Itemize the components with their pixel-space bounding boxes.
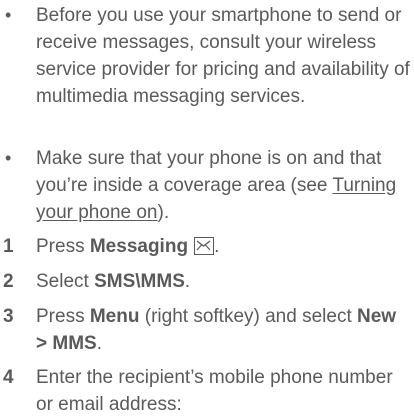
bullet-item-coverage: • Make sure that your phone is on and th… xyxy=(0,145,414,226)
step-text-3: Press Menu (right softkey) and select Ne… xyxy=(36,303,410,357)
step-number: 4 xyxy=(3,367,14,388)
step-item-1: 1 Press Messaging. xyxy=(0,233,414,260)
messaging-label: Messaging xyxy=(89,236,189,257)
step-item-3: 3 Press Menu (right softkey) and select … xyxy=(0,303,414,357)
step-item-4: 4 Enter the recipient’s mobile phone num… xyxy=(0,364,414,415)
step-number: 1 xyxy=(3,236,14,257)
step-text-2: Select SMS\MMS. xyxy=(36,268,410,295)
step-text-pre: Press xyxy=(36,306,90,327)
step-text-pre: Select xyxy=(36,271,95,292)
envelope-icon xyxy=(194,237,215,255)
bullet-text-coverage-after: ). xyxy=(157,202,170,223)
step-item-2: 2 Select SMS\MMS. xyxy=(0,268,414,295)
bullet-text-pricing: Before you use your smartphone to send o… xyxy=(36,5,410,107)
bullet-marker: • xyxy=(5,148,12,168)
instructions-document: • Before you use your smartphone to send… xyxy=(0,0,414,415)
step-text-4: Enter the recipient’s mobile phone numbe… xyxy=(36,367,393,415)
step-text-post: . xyxy=(184,271,191,292)
step-text-1: Press Messaging. xyxy=(36,233,410,260)
step-number: 2 xyxy=(3,271,14,292)
bullet-text-coverage: Make sure that your phone is on and that… xyxy=(36,145,410,226)
step-text-post: . xyxy=(214,236,220,257)
step-text-pre: Press xyxy=(36,236,90,257)
bullet-marker: • xyxy=(5,5,12,25)
step-text-mid: (right softkey) and select xyxy=(139,306,358,327)
bullet-text-coverage-before: Make sure that your phone is on and that… xyxy=(36,148,382,196)
menu-label: Menu xyxy=(89,306,140,327)
step-number: 3 xyxy=(3,306,14,327)
bullet-item-pricing: • Before you use your smartphone to send… xyxy=(0,2,414,137)
step-text-post: . xyxy=(96,333,102,354)
sms-mms-label: SMS\MMS xyxy=(94,271,185,292)
